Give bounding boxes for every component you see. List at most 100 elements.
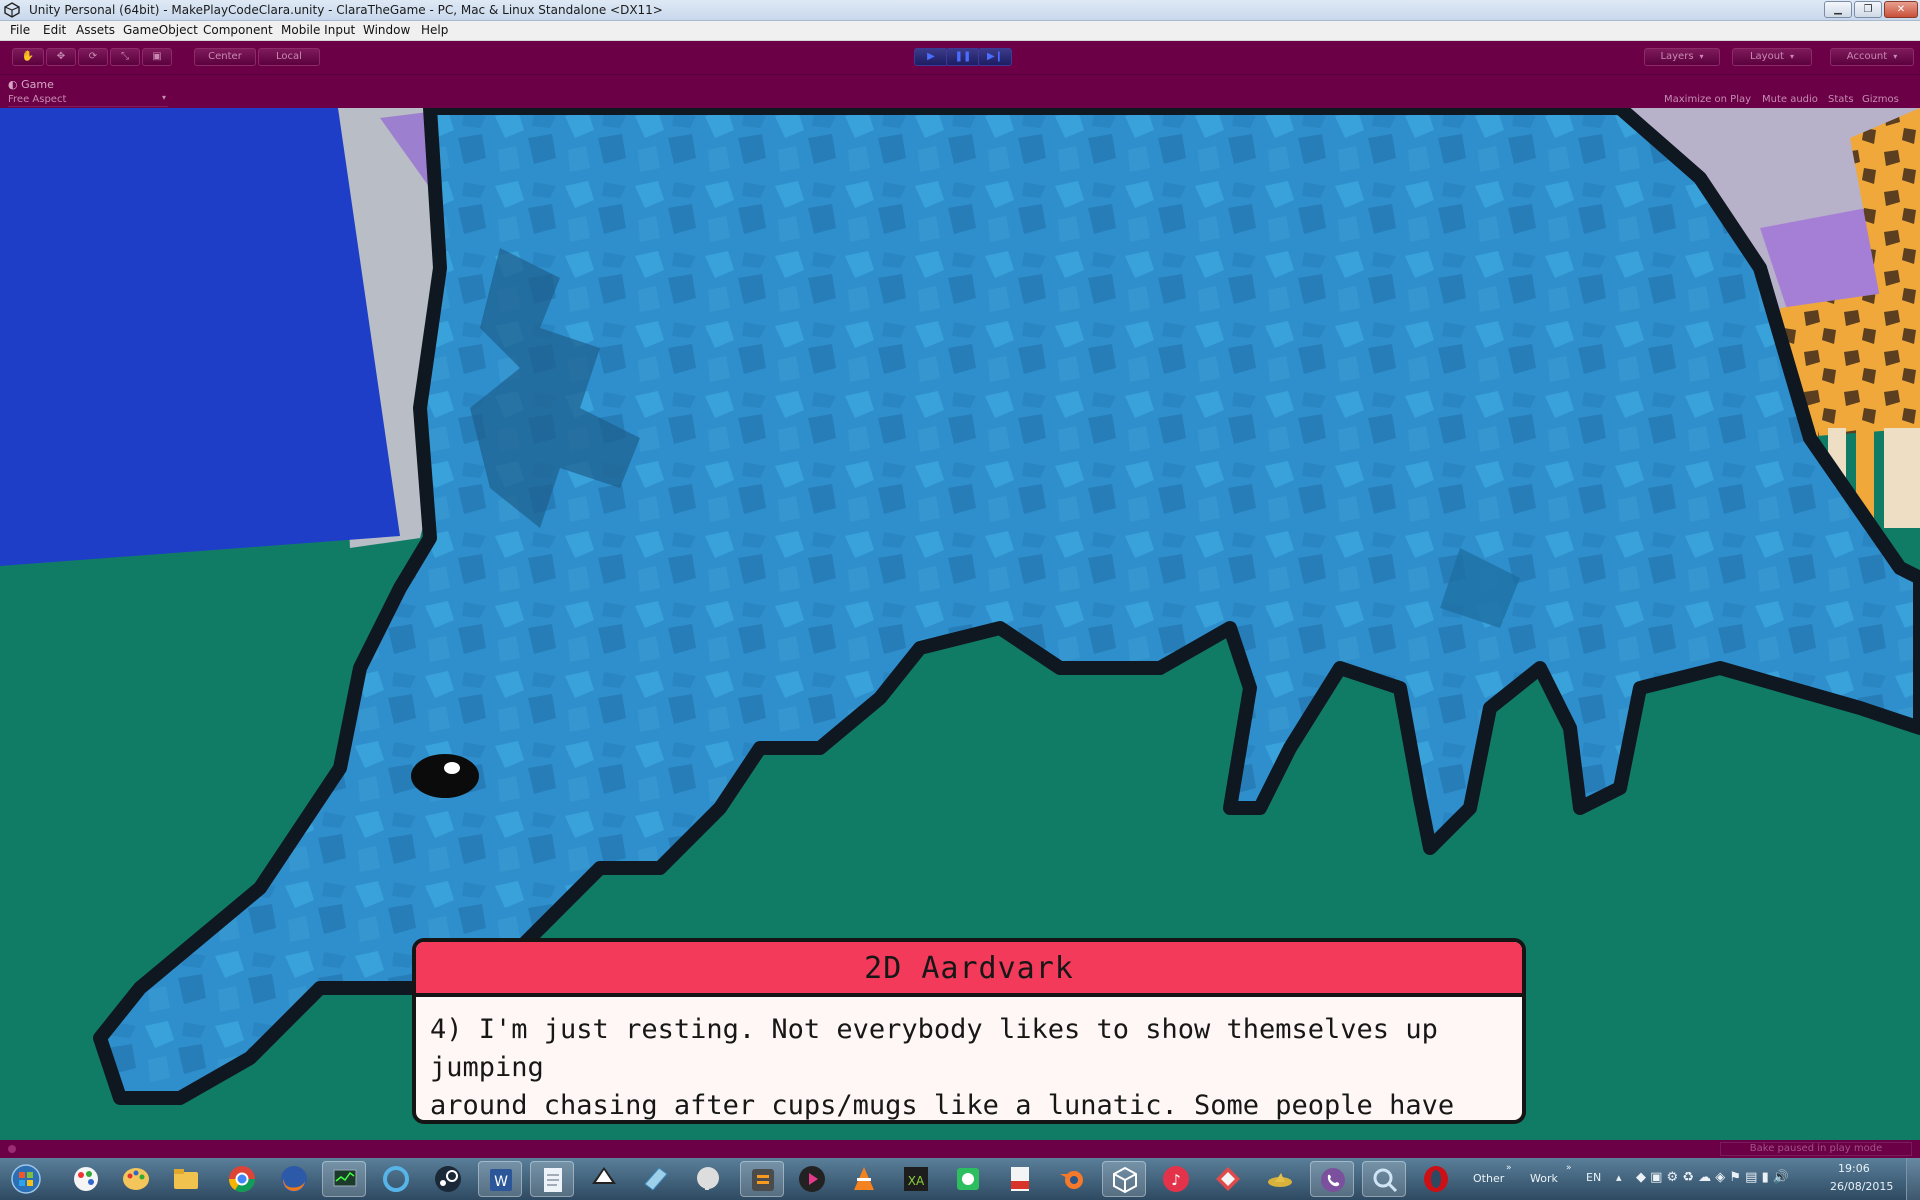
toolbar-work[interactable]: Work: [1530, 1172, 1558, 1185]
clock-date[interactable]: 26/08/2015: [1830, 1180, 1893, 1193]
picasa-icon: [1216, 1167, 1240, 1191]
taskbar-elephant-app[interactable]: [686, 1161, 730, 1197]
chevron-right-icon[interactable]: »: [1506, 1163, 1512, 1173]
layers-label: Layers: [1660, 51, 1694, 62]
mute-audio-toggle[interactable]: Mute audio: [1762, 94, 1818, 105]
taskbar-ccleaner-app[interactable]: [374, 1161, 418, 1197]
pause-button[interactable]: ❚❚: [946, 48, 980, 66]
game-view[interactable]: 2D Aardvark 4) I'm just resting. Not eve…: [0, 108, 1920, 1140]
console-status-icon: [8, 1145, 16, 1153]
scale-tool-button[interactable]: ⤡: [110, 48, 140, 66]
taskbar-unity-app[interactable]: [1102, 1161, 1146, 1197]
taskbar-task-manager-app[interactable]: [322, 1161, 366, 1197]
toolbar: ✋ ✥ ⟳ ⤡ ▣ Center Local ▶ ❚❚ ▶❙ Layers La…: [0, 41, 1920, 74]
maximize-on-play-toggle[interactable]: Maximize on Play: [1664, 94, 1751, 105]
dialog-line: around chasing after cups/mugs like a lu…: [430, 1090, 1455, 1121]
menu-help[interactable]: Help: [421, 23, 448, 37]
taskbar-paint-app[interactable]: [64, 1161, 108, 1197]
step-button[interactable]: ▶❙: [978, 48, 1012, 66]
taskbar-viber-app[interactable]: [1310, 1161, 1354, 1197]
stats-toggle[interactable]: Stats: [1828, 94, 1854, 105]
monitor-icon: [333, 1169, 357, 1187]
taskbar-evernote-app[interactable]: [946, 1161, 990, 1197]
menu-mobile-input[interactable]: Mobile Input: [281, 23, 355, 37]
chevron-right-icon[interactable]: »: [1566, 1163, 1572, 1173]
menu-assets[interactable]: Assets: [76, 23, 115, 37]
game-panel-header: ◐ Game Free Aspect Maximize on Play Mute…: [0, 74, 1920, 108]
taskbar-blender-app[interactable]: [1050, 1161, 1094, 1197]
viber-icon: [1321, 1168, 1345, 1192]
hand-tool-button[interactable]: ✋: [12, 48, 44, 66]
toolbar-other[interactable]: Other: [1473, 1172, 1504, 1185]
chrome-icon: [228, 1166, 256, 1193]
taskbar-app[interactable]: [634, 1161, 678, 1197]
aardvark-eye-highlight: [444, 762, 460, 774]
aspect-dropdown[interactable]: Free Aspect: [8, 93, 168, 107]
svg-text:♪: ♪: [1171, 1171, 1181, 1189]
bake-status: Bake paused in play mode: [1720, 1142, 1912, 1156]
giraffe-leg: [1884, 428, 1920, 528]
play-icon: ▶: [927, 51, 935, 62]
taskbar-sublime-app[interactable]: [740, 1161, 784, 1197]
close-button[interactable]: ✕: [1884, 1, 1918, 18]
minimize-button[interactable]: ▁: [1824, 1, 1852, 18]
word-icon: W: [490, 1169, 512, 1191]
taskbar-paint-palette-app[interactable]: [114, 1161, 158, 1197]
account-dropdown[interactable]: Account: [1830, 48, 1914, 66]
menu-edit[interactable]: Edit: [43, 23, 66, 37]
menu-file[interactable]: File: [10, 23, 30, 37]
taskbar-pdf-app[interactable]: [998, 1161, 1042, 1197]
taskbar-media-app[interactable]: [790, 1161, 834, 1197]
taskbar-lamp-app[interactable]: [1258, 1161, 1302, 1197]
gizmos-dropdown[interactable]: Gizmos: [1862, 94, 1899, 105]
play-button[interactable]: ▶: [914, 48, 948, 66]
tray-app-icons[interactable]: ◆ ▣ ⚙ ♻ ☁ ◈ ⚑ ▤ ▮ 🔊: [1636, 1170, 1789, 1185]
ring-icon: [383, 1166, 409, 1192]
taskbar-xampp-app[interactable]: XA: [894, 1161, 938, 1197]
taskbar-explorer-app[interactable]: [164, 1161, 208, 1197]
taskbar: W XA ♪ Other » Work » EN ▴ ◆ ▣ ⚙ ♻ ☁ ◈ ⚑…: [0, 1158, 1920, 1200]
taskbar-itunes-app[interactable]: ♪: [1154, 1161, 1198, 1197]
pivot-center-toggle[interactable]: Center: [194, 48, 256, 66]
show-desktop-button[interactable]: [1906, 1158, 1920, 1200]
taskbar-picasa-app[interactable]: [1206, 1161, 1250, 1197]
opera-icon: [1424, 1166, 1448, 1192]
clock-time[interactable]: 19:06: [1838, 1162, 1870, 1175]
taskbar-firefox-app[interactable]: [272, 1161, 316, 1197]
taskbar-steam-app[interactable]: [426, 1161, 470, 1197]
tray-expand-icon[interactable]: ▴: [1616, 1171, 1622, 1184]
pivot-label: Center: [208, 51, 242, 62]
sublime-icon: [752, 1169, 774, 1191]
unity-icon: [1113, 1166, 1137, 1194]
start-button[interactable]: [4, 1161, 48, 1197]
folder-icon: [174, 1169, 198, 1189]
taskbar-word-app[interactable]: W: [478, 1161, 522, 1197]
taskbar-inkscape-app[interactable]: [582, 1161, 626, 1197]
move-tool-button[interactable]: ✥: [46, 48, 76, 66]
xampp-icon: XA: [904, 1167, 928, 1191]
tab-game[interactable]: ◐ Game: [8, 78, 54, 91]
unity-editor-window: Unity Personal (64bit) - MakePlayCodeCla…: [0, 0, 1920, 1200]
layers-dropdown[interactable]: Layers: [1644, 48, 1720, 66]
taskbar-network-app[interactable]: [1362, 1161, 1406, 1197]
taskbar-chrome-app[interactable]: [220, 1161, 264, 1197]
menu-gameobject[interactable]: GameObject: [123, 23, 198, 37]
language-indicator[interactable]: EN: [1586, 1171, 1601, 1184]
taskbar-vlc-app[interactable]: [842, 1161, 886, 1197]
pause-icon: ❚❚: [954, 51, 972, 62]
rect-tool-button[interactable]: ▣: [142, 48, 172, 66]
taskbar-opera-app[interactable]: [1414, 1161, 1458, 1197]
game-tab-icon: ◐: [8, 78, 18, 91]
menu-component[interactable]: Component: [203, 23, 273, 37]
pivot-local-toggle[interactable]: Local: [258, 48, 320, 66]
rotate-tool-button[interactable]: ⟳: [78, 48, 108, 66]
document-icon: [544, 1168, 562, 1192]
unity-logo-icon: [4, 2, 20, 18]
taskbar-notepad-app[interactable]: [530, 1161, 574, 1197]
restore-button[interactable]: ❐: [1854, 1, 1882, 18]
window-title: Unity Personal (64bit) - MakePlayCodeCla…: [29, 3, 663, 17]
scale-tool-icon: ⤡: [121, 51, 129, 62]
layout-dropdown[interactable]: Layout: [1732, 48, 1812, 66]
menu-window[interactable]: Window: [363, 23, 410, 37]
firefox-icon: [281, 1166, 307, 1192]
